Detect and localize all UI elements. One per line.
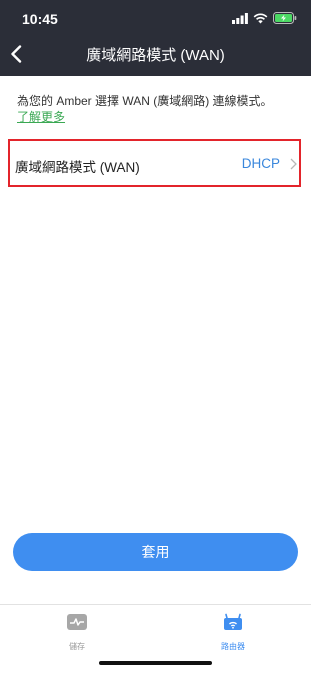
top-bar: 10:45 廣域網路模式 (WAN) — [0, 0, 311, 76]
cellular-signal-icon — [232, 12, 248, 24]
status-icons — [232, 12, 297, 24]
tab-router[interactable]: 路由器 — [193, 613, 273, 652]
wifi-icon — [253, 13, 268, 23]
learn-more-link[interactable]: 了解更多 — [17, 108, 65, 125]
chevron-right-icon — [290, 158, 297, 170]
wan-mode-value: DHCP — [241, 156, 280, 171]
storage-icon — [67, 614, 87, 630]
status-time: 10:45 — [22, 11, 58, 27]
apply-button[interactable]: 套用 — [13, 533, 298, 571]
home-indicator — [99, 661, 212, 665]
tab-storage-label: 儲存 — [69, 642, 85, 651]
wan-mode-row[interactable]: 廣域網路模式 (WAN) DHCP — [10, 141, 299, 185]
tab-storage[interactable]: 儲存 — [37, 613, 117, 652]
page-title: 廣域網路模式 (WAN) — [86, 47, 225, 64]
tab-router-label: 路由器 — [221, 642, 245, 651]
battery-charging-icon — [273, 12, 297, 24]
wan-mode-label: 廣域網路模式 (WAN) — [15, 160, 140, 175]
router-icon — [224, 613, 242, 630]
